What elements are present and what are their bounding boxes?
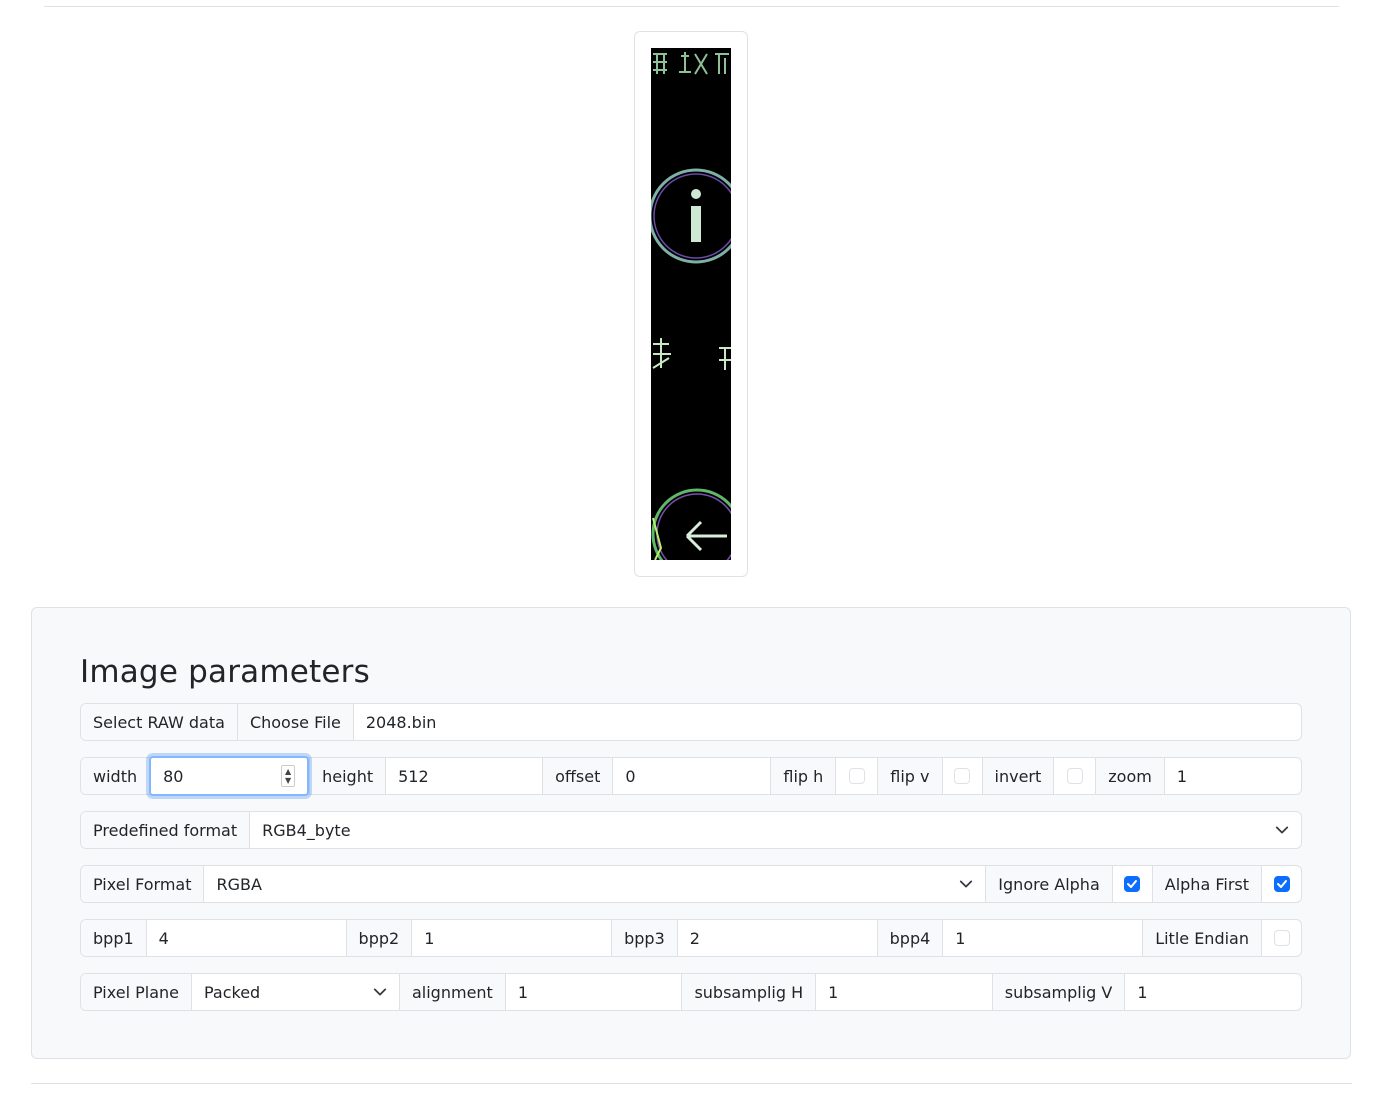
pixel-format-group: Pixel Format RGBA Ignore Alpha Alpha Fir…: [80, 865, 1302, 903]
alignment-label: alignment: [398, 974, 505, 1010]
spinner-arrows-icon[interactable]: ▲ ▼: [281, 765, 296, 787]
bpp4-input[interactable]: 1: [942, 920, 1143, 956]
predefined-format-label: Predefined format: [81, 812, 250, 848]
bpp2-input[interactable]: 1: [411, 920, 612, 956]
height-label: height: [309, 758, 386, 794]
width-input[interactable]: 80 ▲ ▼: [149, 756, 310, 796]
select-raw-label: Select RAW data: [81, 704, 237, 740]
predefined-format-value: RGB4_byte: [262, 820, 351, 840]
bpp1-label: bpp1: [81, 920, 146, 956]
flip-v-label: flip v: [877, 758, 942, 794]
bpp1-input[interactable]: 4: [145, 920, 346, 956]
check-icon: [1127, 880, 1138, 888]
chevron-down-icon: [373, 988, 387, 996]
bpp3-input[interactable]: 2: [676, 920, 877, 956]
alignment-input[interactable]: 1: [504, 974, 682, 1010]
flip-v-checkbox[interactable]: [954, 768, 971, 784]
bits-per-plane-group: bpp1 4 bpp2 1 bpp3 2 bpp4 1 Litle Endian: [80, 919, 1302, 957]
bpp3-label: bpp3: [611, 920, 677, 956]
bpp4-label: bpp4: [876, 920, 943, 956]
invert-label: invert: [981, 758, 1054, 794]
flip-h-checkbox[interactable]: [848, 768, 865, 784]
chevron-down-icon: [1275, 826, 1289, 834]
pixel-plane-value: Packed: [203, 982, 261, 1002]
alpha-first-label: Alpha First: [1151, 866, 1261, 902]
little-endian-cell: [1261, 920, 1301, 956]
invert-checkbox[interactable]: [1066, 768, 1083, 784]
subsampling-h-input[interactable]: 1: [815, 974, 992, 1010]
little-endian-label: Litle Endian: [1142, 920, 1261, 956]
predefined-format-select[interactable]: RGB4_byte: [249, 812, 1301, 848]
panel-title: Image parameters: [80, 654, 370, 690]
image-parameters-panel: Image parameters Select RAW data Choose …: [31, 607, 1351, 1059]
pixel-format-label: Pixel Format: [81, 866, 204, 902]
offset-label: offset: [542, 758, 613, 794]
subsampling-h-label: subsamplig H: [681, 974, 816, 1010]
selected-filename[interactable]: 2048.bin: [352, 704, 1301, 740]
dimensions-group: width 80 ▲ ▼ height 512 offset 0 flip h f…: [80, 756, 1302, 796]
pixel-format-value: RGBA: [216, 874, 262, 894]
height-input[interactable]: 512: [385, 758, 543, 794]
zoom-label: zoom: [1095, 758, 1164, 794]
alpha-first-checkbox[interactable]: [1273, 876, 1290, 892]
bottom-divider: [31, 1083, 1352, 1084]
little-endian-checkbox[interactable]: [1273, 930, 1290, 946]
predefined-format-group: Predefined format RGB4_byte: [80, 811, 1302, 849]
pixel-plane-select[interactable]: Packed: [190, 974, 399, 1010]
flip-h-cell: [835, 758, 878, 794]
file-select-group: Select RAW data Choose File 2048.bin: [80, 703, 1302, 741]
offset-input[interactable]: 0: [612, 758, 771, 794]
invert-cell: [1053, 758, 1096, 794]
width-value: 80: [163, 766, 184, 786]
check-icon: [1276, 880, 1287, 888]
subsampling-v-input[interactable]: 1: [1124, 974, 1301, 1010]
preview-frame: [634, 31, 748, 577]
flip-h-label: flip h: [770, 758, 836, 794]
flip-v-cell: [941, 758, 982, 794]
choose-file-button[interactable]: Choose File: [236, 704, 353, 740]
raw-image-preview: [651, 48, 731, 560]
top-divider: [44, 6, 1339, 7]
alpha-first-cell: [1261, 866, 1301, 902]
chevron-down-icon: [960, 880, 973, 888]
preview-image-render: [651, 48, 731, 560]
pixel-plane-label: Pixel Plane: [81, 974, 191, 1010]
pixel-format-select[interactable]: RGBA: [203, 866, 986, 902]
width-label: width: [81, 758, 150, 794]
ignore-alpha-cell: [1111, 866, 1152, 902]
pixel-plane-group: Pixel Plane Packed alignment 1 subsampli…: [80, 973, 1302, 1011]
ignore-alpha-checkbox[interactable]: [1124, 876, 1141, 892]
bpp2-label: bpp2: [345, 920, 412, 956]
ignore-alpha-label: Ignore Alpha: [985, 866, 1112, 902]
zoom-input[interactable]: 1: [1163, 758, 1301, 794]
subsampling-v-label: subsamplig V: [991, 974, 1125, 1010]
